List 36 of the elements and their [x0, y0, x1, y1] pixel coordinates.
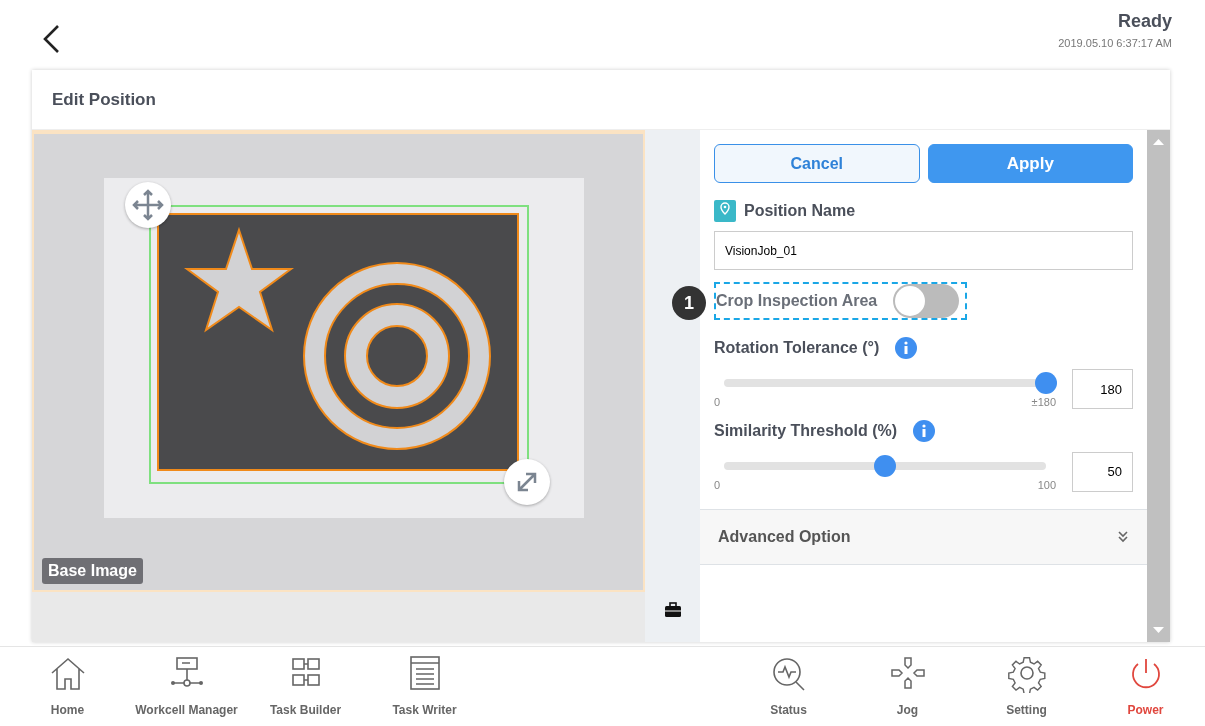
info-icon[interactable] [913, 419, 936, 442]
date-time: 2019.05.10 6:37:17 AM [1058, 36, 1172, 51]
image-label: Base Image [42, 558, 143, 584]
location-pin-icon [714, 200, 736, 222]
nav-item-button[interactable]: Status [729, 647, 848, 719]
slider-label: Similarity Threshold (%) [714, 420, 898, 441]
nav-power-button[interactable]: Power [1086, 647, 1205, 719]
toolbox-icon[interactable] [663, 602, 682, 618]
cancel-button[interactable]: Cancel [714, 144, 920, 183]
slider-min: 0 [714, 477, 721, 493]
scroll-down-icon[interactable] [1153, 626, 1164, 634]
advanced-option-row[interactable]: Advanced Option [700, 509, 1147, 565]
nav-item-button[interactable]: Task Builder [246, 647, 365, 719]
toggle-switch[interactable] [893, 284, 960, 318]
nav-item-button[interactable]: Workcell Manager [127, 647, 246, 719]
info-icon[interactable] [895, 337, 918, 359]
gear-icon [1006, 655, 1047, 693]
nav-item-button[interactable]: Home [8, 647, 127, 719]
scroll-up-icon[interactable] [1153, 138, 1164, 146]
slider-min: 0 [714, 395, 721, 410]
field-label: Position Name [744, 201, 856, 221]
toggle-label: Crop Inspection Area [716, 291, 878, 311]
slider-max: ±180 [1031, 395, 1056, 410]
slider-thumb[interactable] [874, 454, 896, 477]
status-text: Ready [1116, 10, 1172, 33]
panel-title: Edit Position [52, 88, 156, 111]
value-field[interactable]: 180 [1072, 369, 1133, 410]
position-name-field[interactable]: VisionJob_01 [714, 231, 1133, 270]
nav-item-button[interactable]: Task Writer [365, 647, 484, 719]
nav-item-button[interactable]: Setting [967, 647, 1086, 719]
slider-thumb[interactable] [1035, 372, 1057, 394]
slider-max: 100 [1037, 477, 1056, 493]
apply-button[interactable]: Apply [927, 144, 1133, 183]
nav-item-button[interactable]: Jog [848, 647, 967, 719]
slider-label: Rotation Tolerance (°) [714, 338, 880, 358]
value-field[interactable]: 50 [1072, 451, 1133, 492]
